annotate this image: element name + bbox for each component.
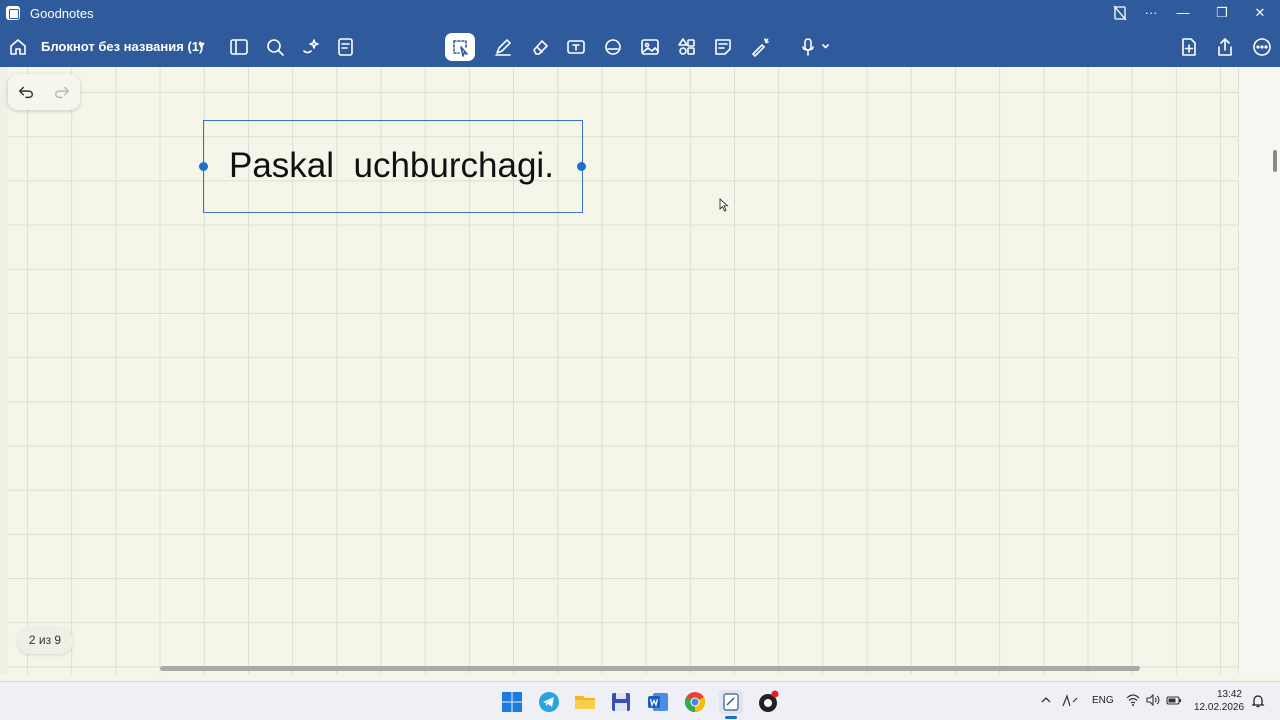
page-notes-button[interactable] xyxy=(333,35,359,59)
sticky-note-icon xyxy=(715,39,731,55)
app-title: Goodnotes xyxy=(30,6,94,21)
shapes-tool-button[interactable] xyxy=(600,35,626,59)
close-button[interactable]: ✕ xyxy=(1249,3,1271,23)
goodnotes-taskbar-app[interactable] xyxy=(719,690,743,719)
image-icon xyxy=(641,39,659,55)
wifi-icon[interactable] xyxy=(1126,694,1140,709)
resize-handle-right[interactable] xyxy=(577,162,586,171)
battery-icon[interactable] xyxy=(1166,694,1182,709)
redo-icon xyxy=(54,86,70,99)
document-icon xyxy=(338,38,353,56)
page-indicator[interactable]: 2 из 9 xyxy=(17,627,73,654)
recorder-app[interactable] xyxy=(756,690,780,714)
pen-tool-button[interactable] xyxy=(490,35,516,59)
search-button[interactable] xyxy=(262,35,288,59)
chevron-down-icon[interactable]: ▼ xyxy=(196,40,207,52)
elements-tool-button[interactable] xyxy=(674,35,700,59)
search-icon xyxy=(267,39,284,56)
selected-text-box[interactable]: Paskal uchburchagi. xyxy=(199,120,586,213)
sidebar-icon xyxy=(230,39,248,55)
image-tool-button[interactable] xyxy=(637,35,663,59)
windows-taskbar: ENG 13:42 12.02.2026 xyxy=(0,681,1280,720)
add-page-button[interactable] xyxy=(1176,35,1202,59)
volume-icon[interactable] xyxy=(1146,693,1160,709)
microphone-icon xyxy=(802,38,829,56)
language-indicator[interactable]: ENG xyxy=(1092,695,1114,706)
folder-icon xyxy=(575,696,595,709)
home-icon xyxy=(10,39,26,55)
lasso-select-icon xyxy=(453,40,468,57)
pen-icon xyxy=(495,39,511,56)
windows-logo-icon xyxy=(502,692,522,712)
share-icon xyxy=(1218,38,1232,56)
canvas-left-margin xyxy=(0,67,8,674)
add-page-icon xyxy=(1182,38,1196,56)
app-toolbar: Блокнот без названия (1) ▼ xyxy=(0,27,1280,67)
restore-button[interactable]: ❐ xyxy=(1211,3,1233,23)
active-app-indicator xyxy=(725,716,737,719)
lasso-tool-button[interactable] xyxy=(445,33,475,61)
notebook-view-icon[interactable] xyxy=(1109,3,1131,23)
file-explorer-app[interactable] xyxy=(573,690,597,714)
notebook-title[interactable]: Блокнот без названия (1) xyxy=(41,39,203,54)
save-app[interactable] xyxy=(609,690,633,714)
eraser-tool-button[interactable] xyxy=(527,35,553,59)
text-box-content[interactable]: Paskal uchburchagi. xyxy=(229,146,554,186)
ai-assist-button[interactable] xyxy=(297,35,323,59)
more-options-button[interactable]: ··· xyxy=(1140,3,1162,23)
telegram-app[interactable] xyxy=(537,690,561,714)
notification-bell-icon[interactable] xyxy=(1251,694,1265,711)
note-page-canvas[interactable] xyxy=(8,67,1238,674)
resize-handle-left[interactable] xyxy=(199,162,208,171)
chrome-icon xyxy=(684,692,706,713)
undo-icon xyxy=(18,86,34,99)
show-hidden-icons-chevron-icon[interactable] xyxy=(1040,694,1052,709)
horizontal-scrollbar[interactable] xyxy=(160,666,1140,671)
recorder-icon xyxy=(759,690,779,712)
mouse-cursor-icon xyxy=(719,198,729,212)
system-clock[interactable]: 13:42 12.02.2026 xyxy=(1194,688,1245,714)
clock-time: 13:42 xyxy=(1216,689,1242,700)
goodnotes-app-icon xyxy=(6,6,20,20)
clock-date: 12.02.2026 xyxy=(1194,702,1245,713)
minimize-button[interactable]: — xyxy=(1172,3,1194,23)
text-tool-button[interactable] xyxy=(563,35,589,59)
more-menu-button[interactable] xyxy=(1249,35,1275,59)
floppy-disk-icon xyxy=(612,693,630,711)
text-box-icon xyxy=(567,40,585,54)
word-icon xyxy=(648,693,668,711)
chrome-app[interactable] xyxy=(683,690,707,714)
laser-pointer-icon xyxy=(752,38,769,57)
start-button[interactable] xyxy=(500,690,524,714)
sticky-note-tool-button[interactable] xyxy=(710,35,736,59)
undo-button[interactable] xyxy=(15,82,37,102)
telegram-icon xyxy=(539,692,559,712)
audio-record-button[interactable] xyxy=(795,35,835,59)
more-circle-icon xyxy=(1253,38,1271,56)
eraser-icon xyxy=(533,40,548,55)
redo-button[interactable] xyxy=(51,82,73,102)
elements-icon xyxy=(678,38,695,55)
vertical-scrollbar[interactable] xyxy=(1273,150,1277,172)
goodnotes-icon xyxy=(723,693,739,711)
sidebar-toggle-button[interactable] xyxy=(226,35,252,59)
share-button[interactable] xyxy=(1212,35,1238,59)
home-button[interactable] xyxy=(5,35,31,59)
title-bar: Goodnotes ··· — ❐ ✕ xyxy=(0,0,1280,27)
word-app[interactable] xyxy=(646,690,670,714)
shape-icon xyxy=(605,39,621,55)
undo-redo-panel xyxy=(8,74,80,110)
pen-input-icon[interactable] xyxy=(1061,694,1079,711)
sparkle-icon xyxy=(303,39,319,54)
laser-pointer-tool-button[interactable] xyxy=(747,35,773,59)
